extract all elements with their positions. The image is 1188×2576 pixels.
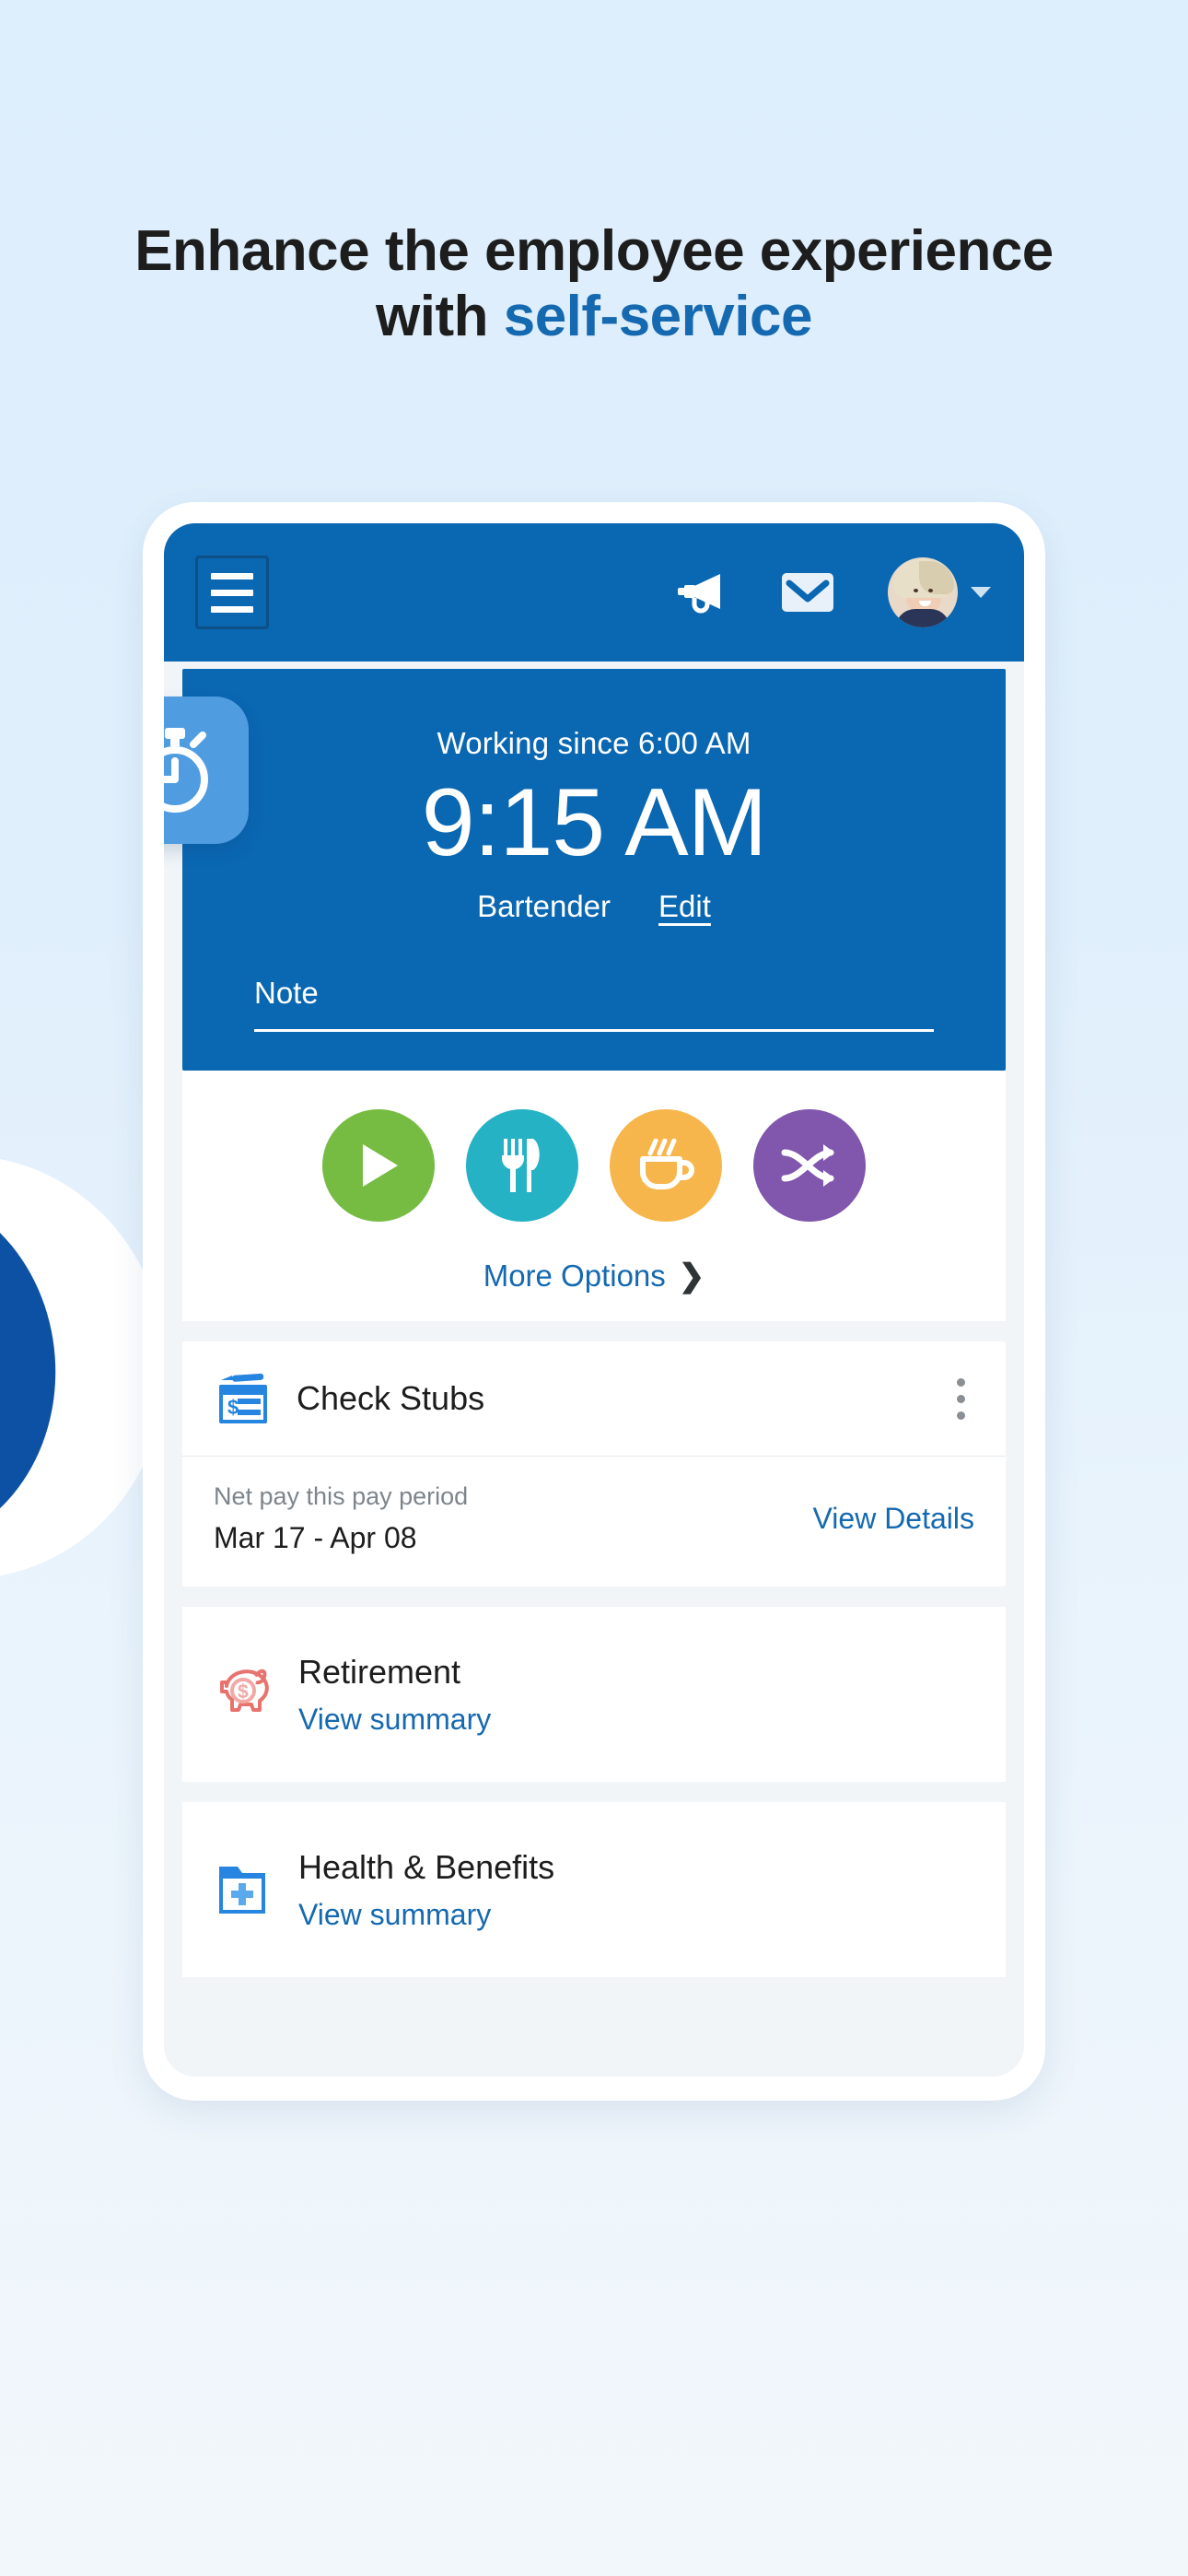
check-stubs-body: Net pay this pay period Mar 17 - Apr 08 … xyxy=(182,1457,1006,1587)
decorative-blob-blue xyxy=(0,1177,68,1554)
role-row: Bartender Edit xyxy=(477,889,711,924)
current-time: 9:15 AM xyxy=(421,769,768,876)
kebab-dot xyxy=(957,1394,965,1403)
megaphone-icon[interactable] xyxy=(676,571,728,614)
health-benefits-title: Health & Benefits xyxy=(298,1847,555,1886)
health-benefits-view-summary-link[interactable]: View summary xyxy=(298,1898,554,1932)
health-benefits-texts: Health & Benefits View summary xyxy=(298,1848,554,1932)
retirement-card[interactable]: $ Retirement View summary xyxy=(182,1607,1006,1782)
user-menu[interactable] xyxy=(888,557,991,627)
quick-action-transfer[interactable] xyxy=(753,1109,866,1222)
headline-plain: with xyxy=(376,284,504,348)
phone-screen: Working since 6:00 AM 9:15 AM Bartender … xyxy=(164,523,1024,2077)
view-details-link[interactable]: View Details xyxy=(813,1502,974,1536)
net-pay-block: Net pay this pay period Mar 17 - Apr 08 xyxy=(214,1482,813,1555)
phone-mockup: Working since 6:00 AM 9:15 AM Bartender … xyxy=(143,502,1045,2101)
more-options-label: More Options xyxy=(483,1259,666,1293)
health-benefits-card[interactable]: Health & Benefits View summary xyxy=(182,1802,1006,1977)
appbar-actions xyxy=(676,557,991,627)
svg-text:$: $ xyxy=(227,1396,239,1419)
coffee-icon xyxy=(640,1139,694,1189)
page-headline: Enhance the employee experience with sel… xyxy=(0,219,1188,349)
retirement-title: Retirement xyxy=(298,1652,461,1691)
stopwatch-icon xyxy=(164,697,249,844)
headline-line-1: Enhance the employee experience xyxy=(134,219,1054,283)
decorative-blob xyxy=(0,1142,181,1586)
avatar[interactable] xyxy=(888,557,958,627)
kebab-dot xyxy=(957,1377,965,1387)
envelope-icon[interactable] xyxy=(781,572,834,613)
retirement-view-summary-link[interactable]: View summary xyxy=(298,1703,491,1737)
net-pay-label: Net pay this pay period xyxy=(214,1482,469,1510)
check-stubs-header: $ Check Stubs xyxy=(182,1341,1006,1457)
headline-accent: self-service xyxy=(503,284,813,348)
check-stubs-title: Check Stubs xyxy=(297,1379,485,1417)
quick-action-start-shift[interactable] xyxy=(322,1109,435,1222)
chevron-down-icon[interactable] xyxy=(971,587,991,598)
more-options-link[interactable]: More Options ❯ xyxy=(483,1259,705,1294)
hamburger-bar xyxy=(211,572,253,580)
pay-period-value: Mar 17 - Apr 08 xyxy=(214,1521,417,1554)
quick-actions-card: More Options ❯ xyxy=(182,1071,1006,1321)
kebab-menu-icon[interactable] xyxy=(948,1373,974,1425)
screen-content: Working since 6:00 AM 9:15 AM Bartender … xyxy=(164,662,1024,2077)
check-stub-icon: $ xyxy=(214,1369,282,1428)
piggy-bank-icon: $ xyxy=(214,1666,282,1723)
check-stubs-card[interactable]: $ Check Stubs Net pay this pay period Ma… xyxy=(182,1341,1006,1587)
app-bar xyxy=(164,523,1024,662)
hamburger-menu-icon[interactable] xyxy=(195,556,269,629)
note-field[interactable]: Note xyxy=(182,976,1006,1032)
avatar-eye xyxy=(928,589,933,592)
chevron-right-icon: ❯ xyxy=(678,1259,705,1294)
headline-line-2: with self-service xyxy=(0,285,1188,350)
time-clock-card: Working since 6:00 AM 9:15 AM Bartender … xyxy=(164,669,1006,1071)
role-label: Bartender xyxy=(477,888,611,923)
medical-folder-icon xyxy=(214,1859,282,1920)
note-underline xyxy=(254,1028,934,1032)
svg-text:$: $ xyxy=(238,1681,249,1703)
quick-action-list xyxy=(322,1109,866,1222)
quick-action-coffee-break[interactable] xyxy=(610,1109,722,1222)
avatar-eye xyxy=(914,589,918,592)
avatar-body xyxy=(895,609,950,627)
kebab-dot xyxy=(957,1411,965,1420)
note-label: Note xyxy=(254,975,319,1010)
hamburger-bar xyxy=(211,605,253,613)
edit-role-link[interactable]: Edit xyxy=(658,889,711,924)
working-since-text: Working since 6:00 AM xyxy=(437,726,751,760)
hamburger-bar xyxy=(211,589,253,596)
shuffle-icon xyxy=(781,1144,834,1187)
utensils-icon xyxy=(502,1139,540,1192)
retirement-texts: Retirement View summary xyxy=(298,1653,491,1737)
avatar-hair-side xyxy=(919,561,954,594)
quick-action-meal-break[interactable] xyxy=(466,1109,578,1222)
play-icon xyxy=(363,1144,398,1187)
